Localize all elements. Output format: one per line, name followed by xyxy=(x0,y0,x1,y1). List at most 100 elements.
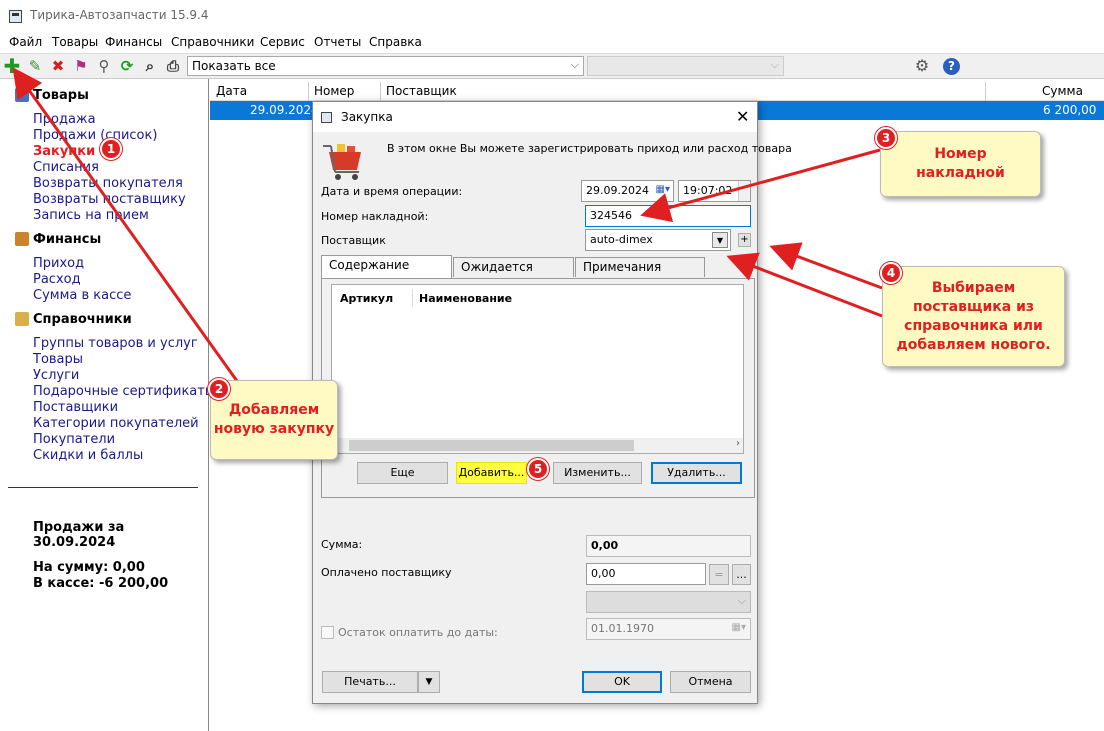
equal-button[interactable]: = xyxy=(709,564,729,585)
chevron-down-icon[interactable]: ▼ xyxy=(712,232,728,248)
title-bar: Тирика-Автозапчасти 15.9.4 xyxy=(0,0,1104,32)
items-table: Артикул Наименование ‹ › xyxy=(331,284,744,454)
menu-help[interactable]: Справка xyxy=(369,35,422,49)
callout-supplier: Выбираем поставщика из справочника или д… xyxy=(882,266,1065,367)
sidebar-item-products[interactable]: Товары xyxy=(33,352,83,367)
scrollbar-thumb[interactable] xyxy=(349,440,634,451)
invoice-value: 324546 xyxy=(590,209,632,222)
remain-label: Остаток оплатить до даты: xyxy=(338,626,498,639)
sidebar-item-cash[interactable]: Сумма в кассе xyxy=(33,288,131,303)
close-icon[interactable]: ✕ xyxy=(736,107,749,126)
dialog-icon xyxy=(321,112,332,123)
menu-goods[interactable]: Товары xyxy=(52,35,98,49)
date-field[interactable]: 29.09.2024 ▦▾ xyxy=(581,180,674,202)
menu-reports[interactable]: Отчеты xyxy=(314,35,361,49)
sidebar-item-services[interactable]: Услуги xyxy=(33,368,79,383)
col-article[interactable]: Артикул xyxy=(340,292,393,305)
edit-item-button[interactable]: Изменить... xyxy=(553,462,642,484)
sidebar-item-writeoffs[interactable]: Списания xyxy=(33,160,99,175)
secondary-select: ⌵ xyxy=(587,56,784,76)
sidebar-item-income[interactable]: Приход xyxy=(33,256,84,271)
delete-item-button[interactable]: Удалить... xyxy=(651,462,742,484)
goods-icon xyxy=(15,88,29,102)
paid-input[interactable]: 0,00 xyxy=(586,563,706,585)
sum-field: 0,00 xyxy=(586,535,751,557)
menu-references[interactable]: Справочники xyxy=(171,35,254,49)
badge-1: 1 xyxy=(100,138,122,160)
remain-date-value: 01.01.1970 xyxy=(591,622,654,635)
sidebar-item-sales-list[interactable]: Продажи (список) xyxy=(33,128,157,143)
sidebar-item-groups[interactable]: Группы товаров и услуг xyxy=(33,336,198,351)
filter-select[interactable]: Показать все ⌵ xyxy=(187,56,584,76)
chevron-down-icon: ⌵ xyxy=(770,58,779,71)
references-icon xyxy=(15,312,29,326)
badge-3: 3 xyxy=(875,127,897,149)
sidebar-item-discounts[interactable]: Скидки и баллы xyxy=(33,448,143,463)
chevron-down-icon: ⌵ xyxy=(737,594,746,607)
supplier-select[interactable]: auto-dimex ▼ xyxy=(585,229,731,251)
flag-icon[interactable]: ⚑ xyxy=(72,57,90,75)
purchase-dialog: Закупка ✕ В этом окне Вы можете зарегист… xyxy=(312,101,792,704)
grid-header: Дата Номер Поставщик Сумма xyxy=(210,82,1104,101)
col-name[interactable]: Наименование xyxy=(419,292,512,305)
section-goods: Товары xyxy=(33,88,89,103)
add-item-button[interactable]: Добавить... xyxy=(456,462,527,484)
sidebar-item-customers[interactable]: Покупатели xyxy=(33,432,115,447)
section-references: Справочники xyxy=(33,312,132,327)
sidebar-item-customer-returns[interactable]: Возвраты покупателя xyxy=(33,176,183,191)
col-date[interactable]: Дата xyxy=(216,84,247,98)
settings-icon[interactable]: ⚙ xyxy=(913,57,931,75)
refresh-icon[interactable]: ⟳ xyxy=(118,57,136,75)
sidebar-item-customer-categories[interactable]: Категории покупателей xyxy=(33,416,199,431)
add-supplier-button[interactable]: + xyxy=(738,233,751,247)
cancel-button[interactable]: Отмена xyxy=(670,671,751,693)
toolbar: ✚ ✎ ✖ ⚑ ⚲ ⟳ ⌕ ⎙ Показать все ⌵ ⌵ ⚙ ? xyxy=(0,53,1104,79)
calendar-icon: ▦▾ xyxy=(731,622,746,633)
section-finance: Финансы xyxy=(33,232,102,247)
menu-service[interactable]: Сервис xyxy=(260,35,305,49)
col-number[interactable]: Номер xyxy=(314,84,354,98)
edit-icon[interactable]: ✎ xyxy=(26,57,44,75)
col-sum[interactable]: Сумма xyxy=(1042,84,1083,98)
sidebar-item-expense[interactable]: Расход xyxy=(33,272,81,287)
menu-finance[interactable]: Финансы xyxy=(105,35,162,49)
sum-label: Сумма: xyxy=(321,538,363,551)
sales-sum: На сумму: 0,00 xyxy=(33,560,145,575)
horizontal-scrollbar[interactable]: ‹ › xyxy=(332,438,743,453)
row-date: 29.09.2024 xyxy=(250,103,319,117)
link-icon[interactable]: ⚲ xyxy=(95,57,113,75)
tab-contents[interactable]: Содержание xyxy=(321,255,452,278)
sidebar-item-purchases[interactable]: Закупки xyxy=(33,144,95,159)
sidebar-item-supplier-returns[interactable]: Возвраты поставщику xyxy=(33,192,186,207)
sidebar-item-gift-cards[interactable]: Подарочные сертификаты xyxy=(33,384,215,399)
delete-icon[interactable]: ✖ xyxy=(49,57,67,75)
finance-icon xyxy=(15,232,29,246)
window-title: Тирика-Автозапчасти 15.9.4 xyxy=(30,8,209,22)
sidebar-item-appointments[interactable]: Запись на прием xyxy=(33,208,149,223)
menu-file[interactable]: Файл xyxy=(9,35,42,49)
sidebar-item-sale[interactable]: Продажа xyxy=(33,112,96,127)
cart-icon xyxy=(323,144,361,180)
ok-button[interactable]: OK xyxy=(582,671,662,693)
time-field[interactable]: 19:07:02 xyxy=(678,180,751,202)
callout-invoice-number: Номер накладной xyxy=(880,131,1041,197)
time-spinner[interactable] xyxy=(738,181,750,201)
add-icon[interactable]: ✚ xyxy=(3,56,21,76)
dots-button[interactable]: ... xyxy=(732,564,751,585)
remain-checkbox[interactable] xyxy=(321,626,334,639)
sidebar-item-suppliers[interactable]: Поставщики xyxy=(33,400,118,415)
col-supplier[interactable]: Поставщик xyxy=(386,84,457,98)
calendar-icon[interactable]: ▦▾ xyxy=(656,184,670,195)
print-dropdown-button[interactable]: ▼ xyxy=(418,671,440,693)
more-button[interactable]: Еще xyxy=(357,462,448,484)
print-button[interactable]: Печать... xyxy=(322,671,418,693)
row-sum: 6 200,00 xyxy=(1043,103,1097,117)
tab-notes[interactable]: Примечания xyxy=(575,257,705,277)
date-value: 29.09.2024 xyxy=(586,184,649,197)
help-icon[interactable]: ? xyxy=(943,58,960,75)
invoice-input[interactable]: 324546 xyxy=(585,205,751,227)
print-icon[interactable]: ⎙ xyxy=(164,57,182,75)
tab-expected[interactable]: Ожидается xyxy=(453,257,574,277)
search-icon[interactable]: ⌕ xyxy=(141,57,159,75)
time-value: 19:07:02 xyxy=(683,184,733,197)
